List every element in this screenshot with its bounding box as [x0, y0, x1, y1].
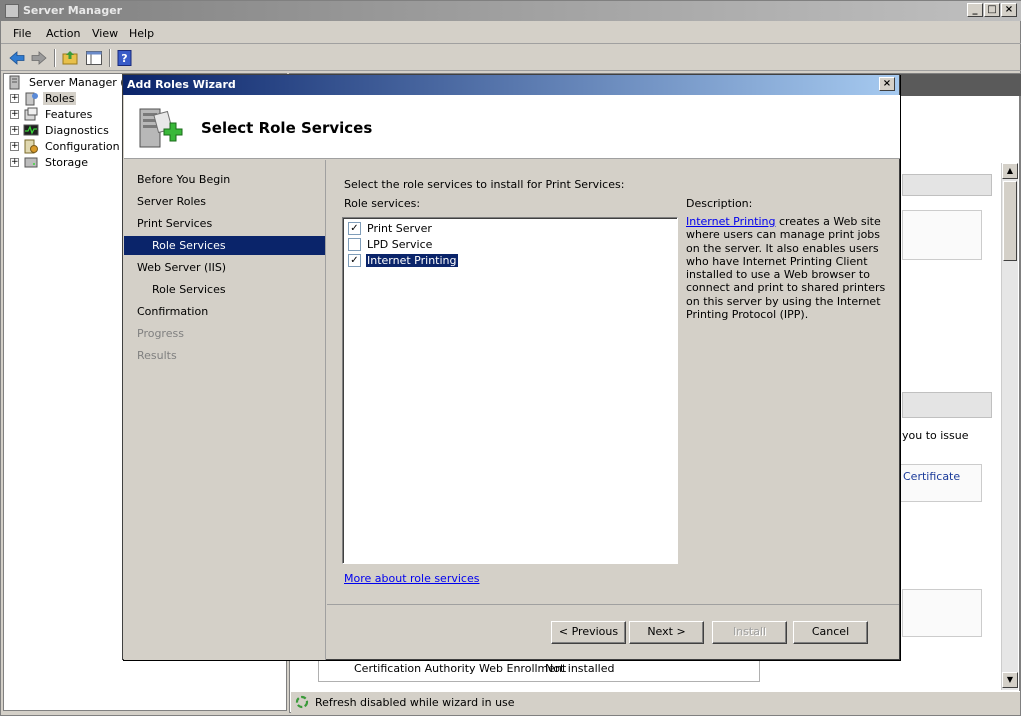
nav-results: Results [124, 346, 325, 365]
nav-server-roles[interactable]: Server Roles [124, 192, 325, 211]
status-text: Refresh disabled while wizard in use [315, 696, 515, 709]
help-icon[interactable]: ? [116, 49, 134, 67]
role-service-label: LPD Service [367, 238, 433, 251]
nav-label: Server Roles [137, 195, 207, 208]
role-services-label: Role services: [344, 197, 421, 210]
status-bar: Refresh disabled while wizard in use [291, 691, 1020, 713]
nav-label: Progress [137, 327, 184, 340]
expand-icon[interactable]: + [10, 126, 19, 135]
previous-button[interactable]: < Previous [551, 621, 626, 644]
section-box [902, 210, 982, 260]
section-box [902, 589, 982, 637]
certificate-link[interactable]: Certificate [903, 470, 960, 483]
minimize-button[interactable]: _ [967, 3, 983, 17]
wizard-title: Add Roles Wizard [127, 78, 236, 91]
configuration-icon [23, 139, 39, 154]
section-header [902, 174, 992, 196]
table-cell-role: Certification Authority Web Enrollment [354, 662, 567, 675]
wizard-steps-nav: Before You Begin Server Roles Print Serv… [124, 160, 326, 660]
tree-label-configuration: Configuration [45, 140, 120, 153]
wizard-content: Select the role services to install for … [327, 160, 899, 604]
install-button: Install [712, 621, 787, 644]
toolbar: ? [1, 45, 1021, 71]
add-roles-wizard-dialog: Add Roles Wizard × Select Role Services … [122, 74, 900, 660]
checkbox-lpd-service[interactable] [348, 238, 361, 251]
scroll-thumb[interactable] [1003, 181, 1017, 261]
toolbar-separator [109, 49, 111, 67]
nav-web-server-iis[interactable]: Web Server (IIS) [124, 258, 325, 277]
nav-iis-role-services[interactable]: Role Services [124, 280, 325, 299]
expand-icon[interactable]: + [10, 142, 19, 151]
nav-label: Results [137, 349, 177, 362]
expand-icon[interactable]: + [10, 110, 19, 119]
menu-bar: File Action View Help [1, 23, 1021, 44]
expand-icon[interactable]: + [10, 94, 19, 103]
wizard-close-button[interactable]: × [879, 77, 895, 91]
checkbox-internet-printing[interactable]: ✓ [348, 254, 361, 267]
wizard-page-title: Select Role Services [201, 119, 373, 137]
nav-progress: Progress [124, 324, 325, 343]
nav-print-services[interactable]: Print Services [124, 214, 325, 233]
role-service-label: Internet Printing [366, 254, 458, 267]
nav-label: Print Services [137, 217, 213, 230]
tree-label-roles: Roles [43, 92, 77, 105]
nav-label: Before You Begin [137, 173, 231, 186]
tree-label-diagnostics: Diagnostics [45, 124, 109, 137]
scroll-down-icon[interactable]: ▼ [1002, 672, 1018, 688]
nav-label: Role Services [152, 283, 226, 296]
description-link[interactable]: Internet Printing [686, 215, 776, 228]
description-label: Description: [686, 197, 753, 210]
wizard-footer: < Previous Next > Install Cancel [327, 604, 899, 660]
details-scrollbar[interactable]: ▲ ▼ [1001, 163, 1018, 690]
cancel-button[interactable]: Cancel [793, 621, 868, 644]
tree-label-features: Features [45, 108, 93, 121]
server-manager-icon [5, 4, 19, 18]
roles-icon [23, 91, 39, 106]
diagnostics-icon [23, 123, 39, 138]
close-button[interactable]: × [1001, 3, 1017, 17]
next-button[interactable]: Next > [629, 621, 704, 644]
server-add-icon [136, 103, 184, 153]
server-manager-icon [7, 75, 23, 90]
back-icon[interactable] [8, 49, 26, 67]
role-services-list[interactable]: ✓ Print Server LPD Service ✓ Internet Pr… [342, 217, 678, 564]
toolbar-separator [54, 49, 56, 67]
refresh-icon [295, 695, 309, 709]
table-cell-status: Not installed [545, 662, 615, 675]
tree-label-storage: Storage [45, 156, 89, 169]
checkbox-print-server[interactable]: ✓ [348, 222, 361, 235]
role-service-label: Print Server [367, 222, 432, 235]
scroll-up-icon[interactable]: ▲ [1002, 163, 1018, 179]
wizard-titlebar[interactable]: Add Roles Wizard × [123, 75, 899, 95]
nav-before-you-begin[interactable]: Before You Begin [124, 170, 325, 189]
features-icon [23, 107, 39, 122]
up-folder-icon[interactable] [61, 49, 79, 67]
roles-table: Certification Authority Web Enrollment N… [318, 658, 760, 682]
nav-print-role-services[interactable]: Role Services [124, 236, 325, 255]
menu-help[interactable]: Help [129, 27, 154, 40]
show-hide-tree-icon[interactable] [85, 49, 103, 67]
nav-label: Web Server (IIS) [137, 261, 227, 274]
more-about-role-services-link[interactable]: More about role services [344, 572, 479, 585]
menu-file[interactable]: File [13, 27, 31, 40]
nav-confirmation[interactable]: Confirmation [124, 302, 325, 321]
description-body: creates a Web site where users can manag… [686, 215, 886, 322]
nav-label: Confirmation [137, 305, 209, 318]
instruction-text: Select the role services to install for … [344, 178, 625, 191]
svg-text:?: ? [121, 52, 127, 65]
expand-icon[interactable]: + [10, 158, 19, 167]
section-header [902, 392, 992, 418]
tree-root-label: Server Manager (D [29, 76, 134, 89]
background-text: you to issue [902, 429, 969, 442]
menu-action[interactable]: Action [46, 27, 80, 40]
storage-icon [23, 155, 39, 170]
forward-icon[interactable] [30, 49, 48, 67]
description-text: Internet Printing creates a Web site whe… [686, 215, 891, 321]
maximize-button[interactable]: □ [984, 3, 1000, 17]
main-titlebar[interactable]: Server Manager _ □ × [1, 1, 1021, 21]
menu-view[interactable]: View [92, 27, 118, 40]
nav-label: Role Services [152, 239, 226, 252]
wizard-header: Select Role Services [124, 95, 900, 159]
app-title: Server Manager [23, 4, 123, 17]
